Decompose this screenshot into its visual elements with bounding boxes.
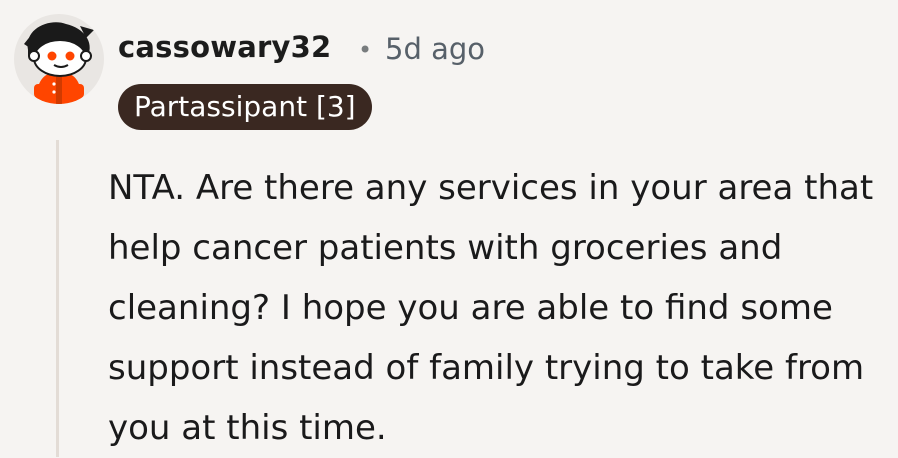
avatar[interactable] [14,14,104,104]
timestamp-link[interactable]: 5d ago [385,32,485,66]
comment-body: NTA. Are there any services in your area… [108,168,874,448]
separator-dot: • [358,36,373,64]
username-link[interactable]: cassowary32 [118,30,331,64]
thread-line[interactable] [56,140,59,457]
snoo-avatar-icon [24,22,94,104]
user-flair-badge: Partassipant [3] [118,84,372,130]
